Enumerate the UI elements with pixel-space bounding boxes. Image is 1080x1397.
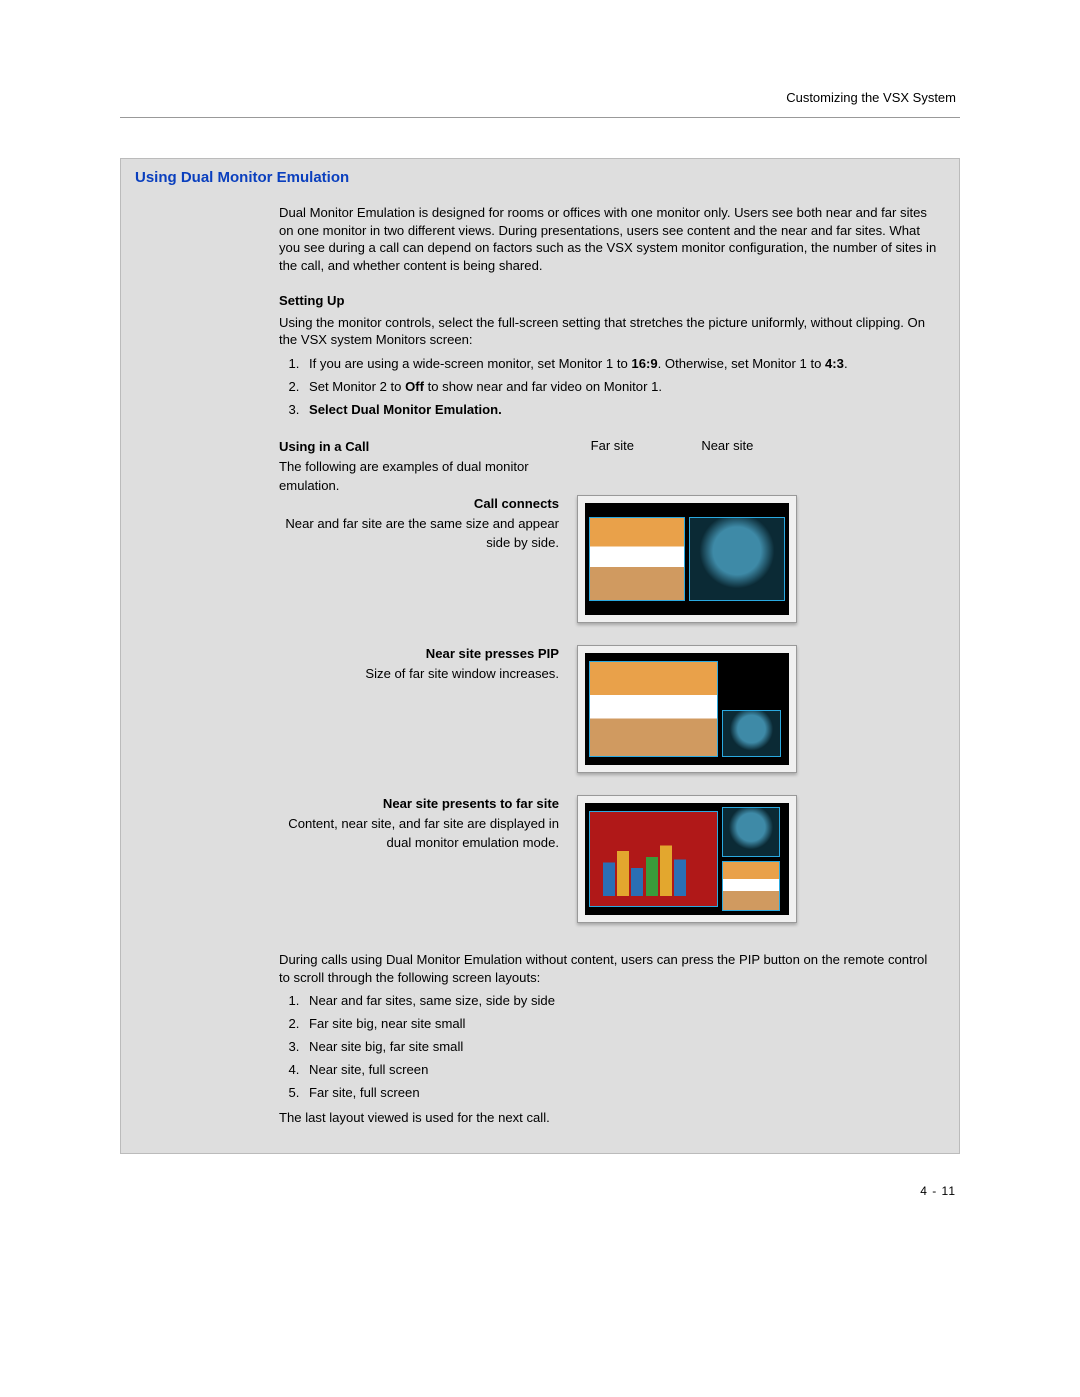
pip-item-2: Far site big, near site small xyxy=(303,1015,939,1034)
example-1-title: Call connects xyxy=(279,495,559,513)
example-1-image xyxy=(577,495,807,645)
example-2-image xyxy=(577,645,807,795)
using-lead: The following are examples of dual monit… xyxy=(279,459,529,492)
monitor-labels: Far site Near site xyxy=(557,438,787,453)
content-panel: Using Dual Monitor Emulation Dual Monito… xyxy=(120,158,960,1154)
step-2: Set Monitor 2 to Off to show near and fa… xyxy=(303,378,939,397)
setting-up-steps: If you are using a wide-screen monitor, … xyxy=(279,355,939,420)
example-1-desc: Near and far site are the same size and … xyxy=(285,516,559,549)
near-site-tile xyxy=(722,807,780,857)
example-3-image xyxy=(577,795,807,945)
using-heading: Using in a Call xyxy=(279,438,539,456)
example-2-desc: Size of far site window increases. xyxy=(365,666,559,681)
using-intro: Using in a Call The following are exampl… xyxy=(279,438,539,495)
closing-paragraph: The last layout viewed is used for the n… xyxy=(279,1109,939,1127)
example-3: Near site presents to far site Content, … xyxy=(279,795,939,945)
pip-item-3: Near site big, far site small xyxy=(303,1038,939,1057)
monitor-icon xyxy=(577,795,797,923)
example-3-title: Near site presents to far site xyxy=(279,795,559,813)
panel-body: Dual Monitor Emulation is designed for r… xyxy=(121,192,959,1153)
monitor-icon xyxy=(577,645,797,773)
side-column xyxy=(722,807,780,911)
setting-up-lead: Using the monitor controls, select the f… xyxy=(279,314,939,349)
pip-item-4: Near site, full screen xyxy=(303,1061,939,1080)
using-row: Using in a Call The following are exampl… xyxy=(279,438,939,495)
pip-item-1: Near and far sites, same size, side by s… xyxy=(303,992,939,1011)
example-3-text: Near site presents to far site Content, … xyxy=(279,795,559,852)
example-1-text: Call connects Near and far site are the … xyxy=(279,495,559,552)
pip-item-5: Far site, full screen xyxy=(303,1084,939,1103)
near-site-tile xyxy=(722,710,781,757)
setting-up-heading: Setting Up xyxy=(279,293,939,308)
pip-paragraph: During calls using Dual Monitor Emulatio… xyxy=(279,951,939,986)
example-3-desc: Content, near site, and far site are dis… xyxy=(288,816,559,849)
far-site-label: Far site xyxy=(591,438,634,453)
example-1: Call connects Near and far site are the … xyxy=(279,495,939,645)
monitor-labels-and-first: Far site Near site xyxy=(557,438,787,455)
header-rule xyxy=(120,117,960,118)
content-tile xyxy=(589,811,718,907)
example-2-title: Near site presses PIP xyxy=(279,645,559,663)
near-site-tile xyxy=(689,517,785,600)
example-2: Near site presses PIP Size of far site w… xyxy=(279,645,939,795)
page-number: 4 - 11 xyxy=(120,1184,960,1198)
far-site-tile xyxy=(589,661,718,757)
page: Customizing the VSX System Using Dual Mo… xyxy=(0,0,1080,1258)
running-header: Customizing the VSX System xyxy=(120,90,960,105)
near-site-label: Near site xyxy=(701,438,753,453)
example-2-text: Near site presses PIP Size of far site w… xyxy=(279,645,559,684)
intro-paragraph: Dual Monitor Emulation is designed for r… xyxy=(279,204,939,275)
far-site-tile xyxy=(589,517,685,600)
pip-layout-list: Near and far sites, same size, side by s… xyxy=(279,992,939,1103)
panel-title: Using Dual Monitor Emulation xyxy=(121,159,959,192)
far-site-tile xyxy=(722,861,780,911)
monitor-icon xyxy=(577,495,797,623)
step-1: If you are using a wide-screen monitor, … xyxy=(303,355,939,374)
step-3: Select Dual Monitor Emulation. xyxy=(303,401,939,420)
